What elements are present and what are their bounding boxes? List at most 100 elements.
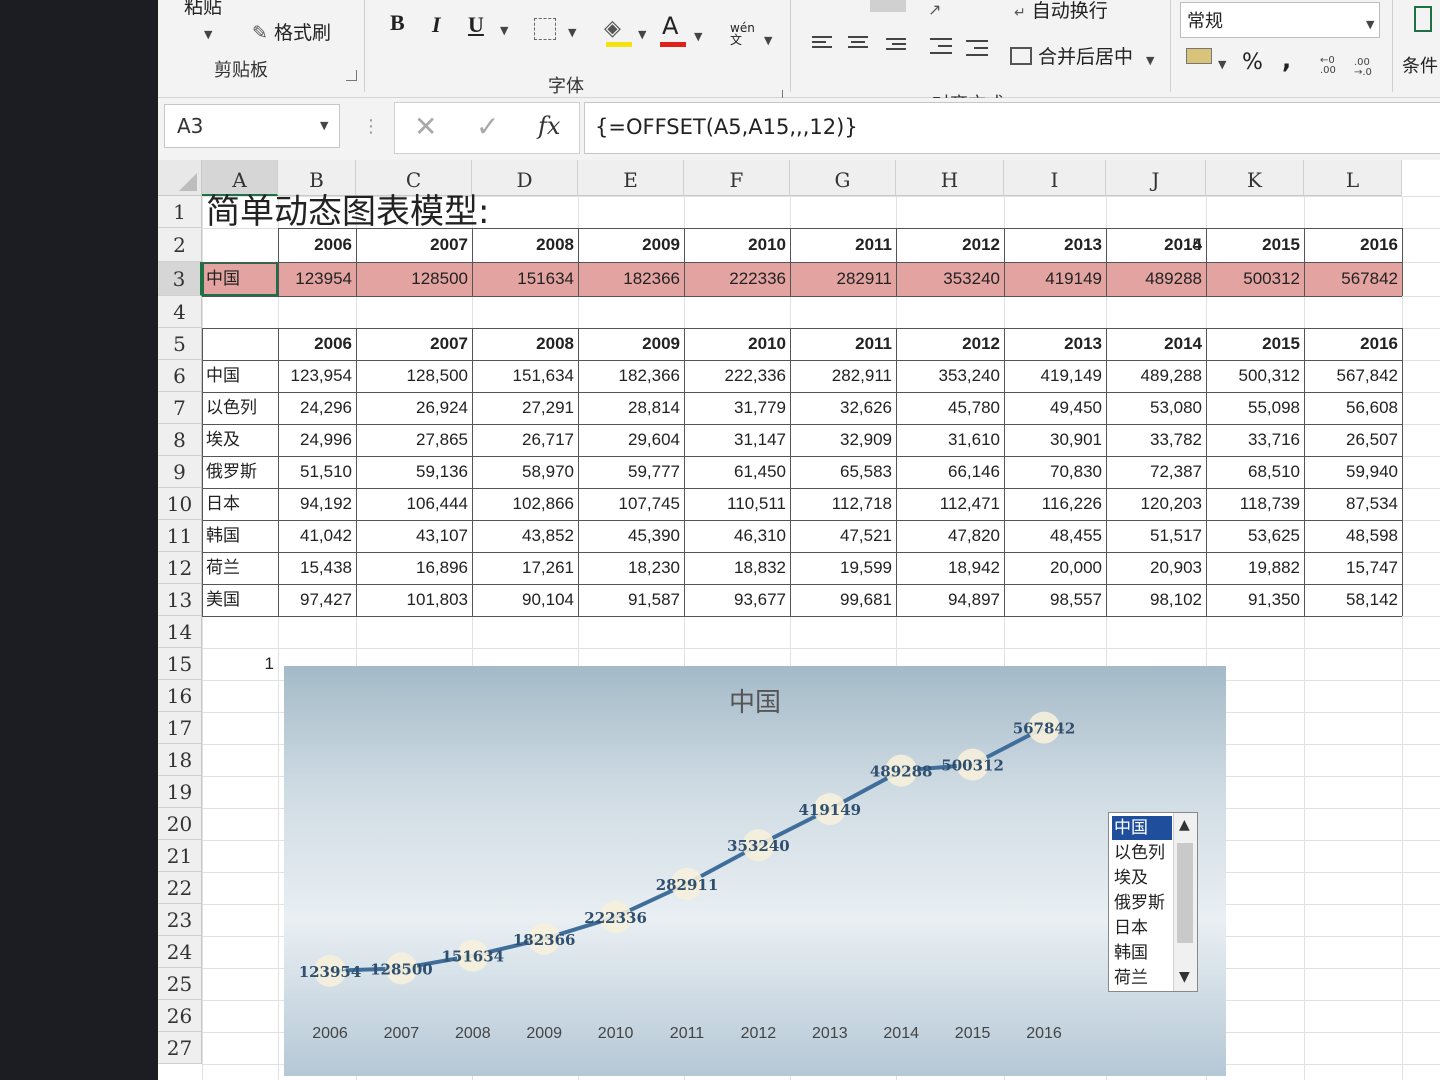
wrap-text-button[interactable]: ↵ 自动换行 xyxy=(1014,0,1108,23)
table-value-cell[interactable]: 17,261 xyxy=(476,552,574,584)
align-right-icon[interactable] xyxy=(886,38,906,54)
listbox-item[interactable]: 埃及 xyxy=(1112,866,1172,890)
table-value-cell[interactable]: 120,203 xyxy=(1110,488,1202,520)
table-value-cell[interactable]: 112,718 xyxy=(794,488,892,520)
font-color-button[interactable]: A xyxy=(662,12,678,40)
year-header-r5[interactable]: 2011 xyxy=(794,328,892,360)
italic-button[interactable]: I xyxy=(432,12,441,38)
row-header-16[interactable]: 16 xyxy=(158,680,202,712)
table-value-cell[interactable]: 56,608 xyxy=(1308,392,1398,424)
year-header-r2[interactable]: 2016 xyxy=(1308,228,1398,262)
table-value-cell[interactable]: 110,511 xyxy=(688,488,786,520)
listbox-item[interactable]: 日本 xyxy=(1112,916,1172,940)
table-value-cell[interactable]: 58,970 xyxy=(476,456,574,488)
row-header-14[interactable]: 14 xyxy=(158,616,202,648)
sheet-title-cell[interactable]: 简单动态图表模型: xyxy=(206,192,766,232)
clipboard-launcher-icon[interactable] xyxy=(346,70,357,81)
table-value-cell[interactable]: 65,583 xyxy=(794,456,892,488)
drag-handle-icon[interactable]: ⋮ xyxy=(362,116,380,137)
row3-value-cell[interactable]: 182366 xyxy=(582,262,680,296)
table-value-cell[interactable]: 99,681 xyxy=(794,584,892,616)
row3-value-cell[interactable]: 419149 xyxy=(1008,262,1102,296)
year-header-r5[interactable]: 2012 xyxy=(900,328,1000,360)
year-header-r2[interactable]: 2012 xyxy=(900,228,1000,262)
column-header-k[interactable]: K xyxy=(1206,160,1304,196)
table-value-cell[interactable]: 32,626 xyxy=(794,392,892,424)
number-format-dropdown-icon[interactable]: ▼ xyxy=(1366,18,1374,31)
fill-color-icon[interactable]: ◈ xyxy=(604,16,621,41)
table-value-cell[interactable]: 61,450 xyxy=(688,456,786,488)
row-header-11[interactable]: 11 xyxy=(158,520,202,552)
merge-dropdown-icon[interactable]: ▼ xyxy=(1146,54,1154,67)
table-value-cell[interactable]: 26,717 xyxy=(476,424,574,456)
table-value-cell[interactable]: 28,814 xyxy=(582,392,680,424)
table-value-cell[interactable]: 33,716 xyxy=(1210,424,1300,456)
table-row-label[interactable]: 日本 xyxy=(206,488,274,520)
table-value-cell[interactable]: 419,149 xyxy=(1008,360,1102,392)
row-header-10[interactable]: 10 xyxy=(158,488,202,520)
table-value-cell[interactable]: 20,000 xyxy=(1008,552,1102,584)
table-value-cell[interactable]: 26,507 xyxy=(1308,424,1398,456)
align-center-icon[interactable] xyxy=(848,36,868,52)
paste-button[interactable]: 粘贴 xyxy=(184,0,222,19)
table-value-cell[interactable]: 45,780 xyxy=(900,392,1000,424)
table-value-cell[interactable]: 15,747 xyxy=(1308,552,1398,584)
borders-icon[interactable] xyxy=(534,18,556,40)
table-value-cell[interactable]: 41,042 xyxy=(282,520,352,552)
year-header-r5[interactable]: 2009 xyxy=(582,328,680,360)
row-header-9[interactable]: 9 xyxy=(158,456,202,488)
year-header-r5[interactable]: 2015 xyxy=(1210,328,1300,360)
year-header-r2[interactable]: 2009 xyxy=(582,228,680,262)
table-value-cell[interactable]: 27,291 xyxy=(476,392,574,424)
conditional-formatting-button[interactable]: 条件 xyxy=(1402,52,1438,78)
table-value-cell[interactable]: 128,500 xyxy=(360,360,468,392)
row-header-2[interactable]: 2 xyxy=(158,228,202,262)
row-header-25[interactable]: 25 xyxy=(158,968,202,1000)
table-row-label[interactable]: 中国 xyxy=(206,360,274,392)
row-header-22[interactable]: 22 xyxy=(158,872,202,904)
row-header-1[interactable]: 1 xyxy=(158,196,202,228)
column-header-c[interactable]: C xyxy=(356,160,472,196)
table-value-cell[interactable]: 567,842 xyxy=(1308,360,1398,392)
line-chart[interactable]: 中国 123954 2006 128500 2007 151634 2008 182366 2… xyxy=(284,666,1226,1076)
listbox-item[interactable]: 俄罗斯 xyxy=(1112,891,1172,915)
table-value-cell[interactable]: 32,909 xyxy=(794,424,892,456)
column-header-l[interactable]: L xyxy=(1304,160,1402,196)
decrease-indent-icon[interactable] xyxy=(930,38,952,56)
year-header-r2[interactable]: 2010 xyxy=(688,228,786,262)
formula-input[interactable]: {=OFFSET(A5,A15,,,12)} xyxy=(584,102,1440,154)
table-value-cell[interactable]: 106,444 xyxy=(360,488,468,520)
table-value-cell[interactable]: 101,803 xyxy=(360,584,468,616)
underline-button[interactable]: U xyxy=(468,12,484,38)
table-value-cell[interactable]: 33,782 xyxy=(1110,424,1202,456)
row-header-7[interactable]: 7 xyxy=(158,392,202,424)
country-listbox[interactable]: 中国 以色列 埃及 俄罗斯 日本 韩国 荷兰 ▲ ▼ xyxy=(1108,812,1198,992)
table-value-cell[interactable]: 26,924 xyxy=(360,392,468,424)
table-value-cell[interactable]: 102,866 xyxy=(476,488,574,520)
table-value-cell[interactable]: 59,777 xyxy=(582,456,680,488)
row3-value-cell[interactable]: 282911 xyxy=(794,262,892,296)
table-value-cell[interactable]: 70,830 xyxy=(1008,456,1102,488)
table-value-cell[interactable]: 116,226 xyxy=(1008,488,1102,520)
table-value-cell[interactable]: 43,852 xyxy=(476,520,574,552)
borders-dropdown-icon[interactable]: ▼ xyxy=(568,26,576,39)
fill-dropdown-icon[interactable]: ▼ xyxy=(638,28,646,41)
table-value-cell[interactable]: 29,604 xyxy=(582,424,680,456)
table-value-cell[interactable]: 30,901 xyxy=(1008,424,1102,456)
column-header-b[interactable]: B xyxy=(278,160,356,196)
paste-dropdown-icon[interactable]: ▼ xyxy=(204,28,212,41)
row3-value-cell[interactable]: 489288 xyxy=(1110,262,1202,296)
row-header-20[interactable]: 20 xyxy=(158,808,202,840)
row-header-21[interactable]: 21 xyxy=(158,840,202,872)
table-value-cell[interactable]: 47,820 xyxy=(900,520,1000,552)
decrease-decimal-icon[interactable]: .00 →.0 xyxy=(1354,58,1372,78)
row-header-12[interactable]: 12 xyxy=(158,552,202,584)
table-value-cell[interactable]: 66,146 xyxy=(900,456,1000,488)
table-value-cell[interactable]: 94,192 xyxy=(282,488,352,520)
row-header-4[interactable]: 4 xyxy=(158,296,202,328)
year-header-r5[interactable]: 2016 xyxy=(1308,328,1398,360)
year-header-r2[interactable]: 2015 xyxy=(1210,228,1300,262)
table-value-cell[interactable]: 16,896 xyxy=(360,552,468,584)
cell-a15[interactable]: 1 xyxy=(206,648,274,680)
scroll-up-icon[interactable]: ▲ xyxy=(1179,817,1190,833)
